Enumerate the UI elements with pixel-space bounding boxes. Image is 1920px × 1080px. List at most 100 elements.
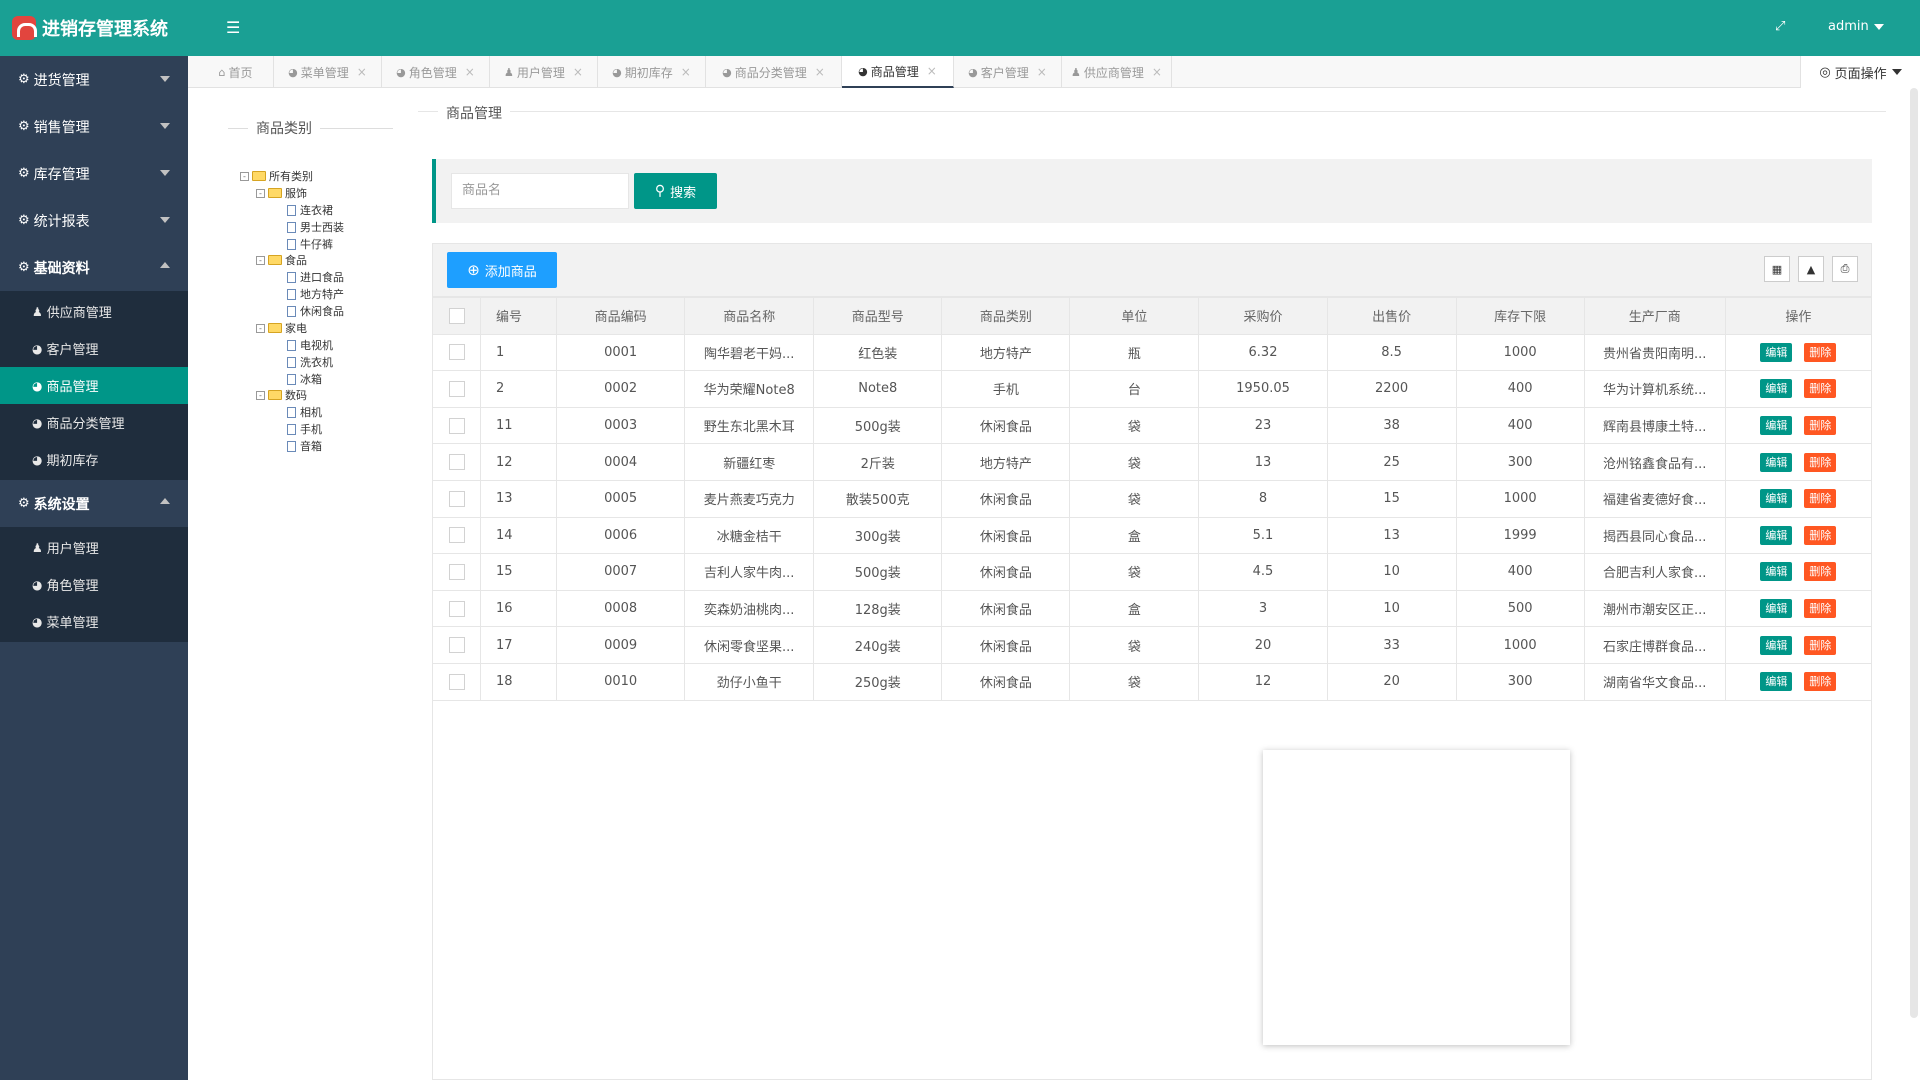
delete-button[interactable]: 删除 <box>1804 342 1837 362</box>
row-select-cell[interactable] <box>431 589 482 628</box>
row-checkbox[interactable] <box>448 454 465 471</box>
tab-customer-manage[interactable]: ◕ 客户管理 × <box>954 56 1062 88</box>
page-scrollbar[interactable] <box>1910 88 1918 1018</box>
tree-node-leaf[interactable]: 相机 <box>287 404 322 420</box>
close-icon[interactable]: × <box>815 65 825 79</box>
row-checkbox[interactable] <box>448 344 465 361</box>
row-checkbox[interactable] <box>448 490 465 507</box>
edit-button[interactable]: 编辑 <box>1760 635 1793 655</box>
select-all-cell[interactable] <box>431 297 482 335</box>
edit-button[interactable]: 编辑 <box>1760 672 1793 692</box>
tree-node-leaf[interactable]: 地方特产 <box>287 286 344 302</box>
user-menu[interactable]: admin <box>1828 19 1884 34</box>
sidebar-item-goods[interactable]: ◕ 商品管理 <box>0 367 188 404</box>
columns-filter-icon[interactable]: ▦ <box>1764 256 1790 282</box>
row-select-cell[interactable] <box>431 626 482 664</box>
sidebar-item-users[interactable]: ♟ 用户管理 <box>0 529 188 566</box>
search-button[interactable]: ⚲ 搜索 <box>634 173 717 209</box>
row-select-cell[interactable] <box>431 333 482 372</box>
tree-node-folder[interactable]: - 家电 <box>256 320 307 336</box>
close-icon[interactable]: × <box>357 65 367 79</box>
tree-node-folder[interactable]: - 数码 <box>256 387 307 403</box>
delete-button[interactable]: 删除 <box>1804 452 1837 472</box>
print-icon[interactable]: ⎙ <box>1832 256 1858 282</box>
nav-group-system-settings[interactable]: ⚙ 系统设置 <box>0 480 188 527</box>
add-goods-button[interactable]: ⊕ 添加商品 <box>447 252 557 288</box>
delete-button[interactable]: 删除 <box>1804 379 1837 399</box>
nav-group-sales[interactable]: ⚙ 销售管理 <box>0 103 188 150</box>
tree-node-leaf[interactable]: 电视机 <box>287 337 333 353</box>
edit-button[interactable]: 编辑 <box>1760 599 1793 619</box>
delete-button[interactable]: 删除 <box>1804 489 1837 509</box>
collapse-icon[interactable]: - <box>256 255 265 265</box>
edit-button[interactable]: 编辑 <box>1760 379 1793 399</box>
row-select-cell[interactable] <box>431 662 482 701</box>
nav-group-inventory[interactable]: ⚙ 库存管理 <box>0 150 188 197</box>
tree-node-leaf[interactable]: 手机 <box>287 421 322 437</box>
tree-node-leaf[interactable]: 牛仔裤 <box>287 236 333 252</box>
row-checkbox[interactable] <box>448 600 465 617</box>
close-icon[interactable]: × <box>1152 65 1162 79</box>
row-checkbox[interactable] <box>448 563 465 580</box>
delete-button[interactable]: 删除 <box>1804 635 1837 655</box>
close-icon[interactable]: × <box>465 65 475 79</box>
tree-node-leaf[interactable]: 进口食品 <box>287 269 344 285</box>
row-checkbox[interactable] <box>448 417 465 434</box>
tree-node-root[interactable]: - 所有类别 <box>240 168 313 184</box>
tree-node-leaf[interactable]: 音箱 <box>287 438 322 454</box>
sidebar-item-customer[interactable]: ◕ 客户管理 <box>0 330 188 367</box>
nav-group-reports[interactable]: ⚙ 统计报表 <box>0 197 188 244</box>
tab-user-manage[interactable]: ♟ 用户管理 × <box>490 56 598 88</box>
close-icon[interactable]: × <box>927 64 937 78</box>
row-checkbox[interactable] <box>448 380 465 397</box>
export-icon[interactable]: ▲ <box>1798 256 1824 282</box>
tab-goods-manage[interactable]: ◕ 商品管理 × <box>842 56 954 88</box>
edit-button[interactable]: 编辑 <box>1760 452 1793 472</box>
sidebar-item-supplier[interactable]: ♟ 供应商管理 <box>0 293 188 330</box>
delete-button[interactable]: 删除 <box>1804 416 1837 436</box>
sidebar-item-goods-category[interactable]: ◕ 商品分类管理 <box>0 404 188 441</box>
delete-button[interactable]: 删除 <box>1804 525 1837 545</box>
shrink-icon[interactable]: ⤢ <box>1775 19 1785 34</box>
row-select-cell[interactable] <box>431 553 482 591</box>
edit-button[interactable]: 编辑 <box>1760 342 1793 362</box>
sidebar-item-roles[interactable]: ◕ 角色管理 <box>0 566 188 603</box>
collapse-icon[interactable]: - <box>240 171 249 181</box>
close-icon[interactable]: × <box>1037 65 1047 79</box>
page-operations-dropdown[interactable]: ◎ 页面操作 <box>1800 56 1920 88</box>
collapse-icon[interactable]: - <box>256 390 265 400</box>
collapse-icon[interactable]: - <box>256 323 265 333</box>
collapse-icon[interactable]: - <box>256 188 265 198</box>
tab-supplier-manage[interactable]: ♟ 供应商管理 × <box>1062 56 1172 88</box>
edit-button[interactable]: 编辑 <box>1760 416 1793 436</box>
tree-node-leaf[interactable]: 冰箱 <box>287 371 322 387</box>
tree-node-leaf[interactable]: 男士西装 <box>287 219 344 235</box>
search-input[interactable]: 商品名 <box>451 173 629 209</box>
edit-button[interactable]: 编辑 <box>1760 489 1793 509</box>
row-select-cell[interactable] <box>431 443 482 481</box>
close-icon[interactable]: × <box>681 65 691 79</box>
row-select-cell[interactable] <box>431 479 482 518</box>
tab-menu-manage[interactable]: ◕ 菜单管理 × <box>274 56 382 88</box>
tree-node-folder[interactable]: - 服饰 <box>256 185 307 201</box>
close-icon[interactable]: × <box>573 65 583 79</box>
row-select-cell[interactable] <box>431 370 482 408</box>
tree-node-leaf[interactable]: 休闲食品 <box>287 303 344 319</box>
menu-toggle-icon[interactable]: ☰ <box>226 18 240 37</box>
sidebar-item-initial-stock[interactable]: ◕ 期初库存 <box>0 441 188 478</box>
tree-node-leaf[interactable]: 连衣裙 <box>287 202 333 218</box>
row-select-cell[interactable] <box>431 516 482 555</box>
tab-initial-stock[interactable]: ◕ 期初库存 × <box>598 56 706 88</box>
sidebar-item-menus[interactable]: ◕ 菜单管理 <box>0 603 188 640</box>
tab-goods-category[interactable]: ◕ 商品分类管理 × <box>706 56 842 88</box>
nav-group-basic-data[interactable]: ⚙ 基础资料 <box>0 244 188 291</box>
tree-node-folder[interactable]: - 食品 <box>256 252 307 268</box>
tab-home[interactable]: ⌂ 首页 <box>198 56 274 88</box>
select-all-checkbox[interactable] <box>448 307 465 324</box>
row-checkbox[interactable] <box>448 673 465 690</box>
row-checkbox[interactable] <box>448 527 465 544</box>
delete-button[interactable]: 删除 <box>1804 672 1837 692</box>
row-select-cell[interactable] <box>431 406 482 445</box>
tree-node-leaf[interactable]: 洗衣机 <box>287 354 333 370</box>
nav-group-purchase[interactable]: ⚙ 进货管理 <box>0 56 188 103</box>
